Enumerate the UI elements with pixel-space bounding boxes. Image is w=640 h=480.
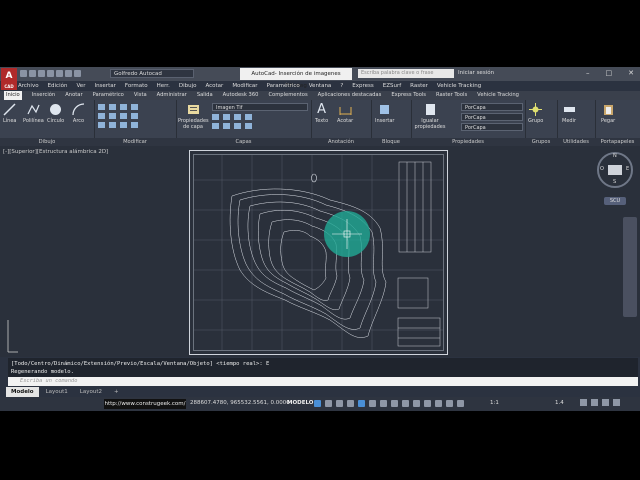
watermark-url: http://www.construgeek.com/ (104, 399, 186, 409)
command-input[interactable]: Escriba un comando (8, 377, 638, 386)
north-marker (311, 173, 317, 183)
tab-layout1[interactable]: Layout1 (41, 387, 73, 397)
lock-icon[interactable] (591, 399, 598, 406)
crosshair-icon (332, 219, 362, 249)
lineweight-icon[interactable] (380, 400, 387, 407)
otrack-icon[interactable] (369, 400, 376, 407)
polar-icon[interactable] (347, 400, 354, 407)
selection-cycling-icon[interactable] (402, 400, 409, 407)
command-history-line: Regenerando modelo. (11, 369, 74, 375)
viewcube-north[interactable]: N (613, 153, 617, 159)
tab-layout2[interactable]: Layout2 (75, 387, 107, 397)
title-table (397, 161, 441, 347)
wcs-menu[interactable]: SCU (604, 197, 626, 205)
status-right-icons (580, 399, 620, 406)
customization-icon[interactable] (613, 399, 620, 406)
transparency-icon[interactable] (391, 400, 398, 407)
quick-properties-icon[interactable] (435, 400, 442, 407)
viewcube-south[interactable]: S (613, 179, 616, 185)
add-layout-icon[interactable]: + (109, 387, 124, 397)
model-space-toggle[interactable]: MODELO (287, 400, 313, 406)
viewcube[interactable]: N S E O (597, 152, 633, 188)
osnap-icon[interactable] (358, 400, 365, 407)
ucs-icon (7, 320, 18, 353)
isolate-icon[interactable] (446, 400, 453, 407)
coordinates-readout[interactable]: 288607.4780, 965532.5561, 0.0000 (190, 400, 290, 406)
annotation-scale[interactable]: 1:1 (490, 400, 499, 406)
command-history-line: [Todo/Centro/Dinámico/Extensión/Previo/E… (11, 361, 270, 367)
command-line: [Todo/Centro/Dinámico/Extensión/Previo/E… (0, 357, 640, 387)
snap-icon[interactable] (325, 400, 332, 407)
hardware-acceleration-icon[interactable] (602, 399, 609, 406)
layout-tabs: Modelo Layout1 Layout2 + (0, 387, 640, 397)
annotation-visibility-icon[interactable] (457, 400, 464, 407)
ortho-icon[interactable] (336, 400, 343, 407)
drafting-aids (314, 400, 464, 407)
zoom-value[interactable]: 1.4 (555, 400, 564, 406)
viewcube-face[interactable] (608, 165, 622, 175)
viewcube-east[interactable]: E (626, 166, 629, 172)
grid-icon[interactable] (314, 400, 321, 407)
annotation-monitor-icon[interactable] (413, 400, 420, 407)
viewcube-west[interactable]: O (600, 166, 604, 172)
navigation-bar[interactable] (623, 217, 637, 317)
tab-model[interactable]: Modelo (6, 387, 39, 397)
workspace-switch-icon[interactable] (580, 399, 587, 406)
units-icon[interactable] (424, 400, 431, 407)
command-history: [Todo/Centro/Dinámico/Extensión/Previo/E… (8, 358, 638, 377)
